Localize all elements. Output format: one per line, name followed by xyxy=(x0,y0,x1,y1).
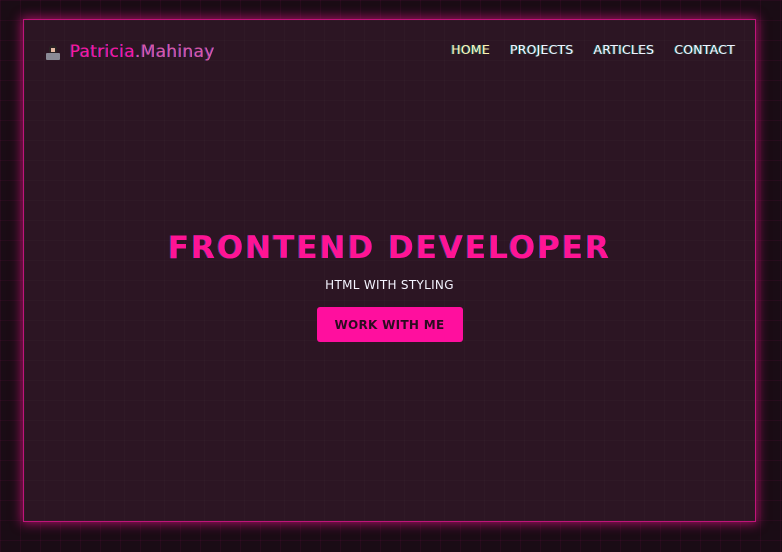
main-panel: Patricia.Mahinay HOME PROJECTS ARTICLES … xyxy=(23,19,756,522)
brand-name: Patricia.Mahinay xyxy=(70,42,215,62)
nav-articles[interactable]: ARTICLES xyxy=(594,42,655,57)
hero-section: FRONTEND DEVELOPER HTML WITH STYLING WOR… xyxy=(24,230,755,342)
brand-first: Patricia xyxy=(70,42,136,62)
work-with-me-button[interactable]: WORK WITH ME xyxy=(316,307,463,342)
nav-home[interactable]: HOME xyxy=(451,42,490,57)
nav-contact[interactable]: CONTACT xyxy=(674,42,735,57)
nav-projects[interactable]: PROJECTS xyxy=(510,42,574,57)
hero-title: FRONTEND DEVELOPER xyxy=(168,230,611,266)
main-nav: HOME PROJECTS ARTICLES CONTACT xyxy=(451,42,735,57)
hero-subtitle: HTML WITH STYLING xyxy=(325,278,454,292)
developer-avatar-icon xyxy=(46,44,60,60)
brand-second: .Mahinay xyxy=(135,42,215,62)
logo[interactable]: Patricia.Mahinay xyxy=(46,42,215,62)
